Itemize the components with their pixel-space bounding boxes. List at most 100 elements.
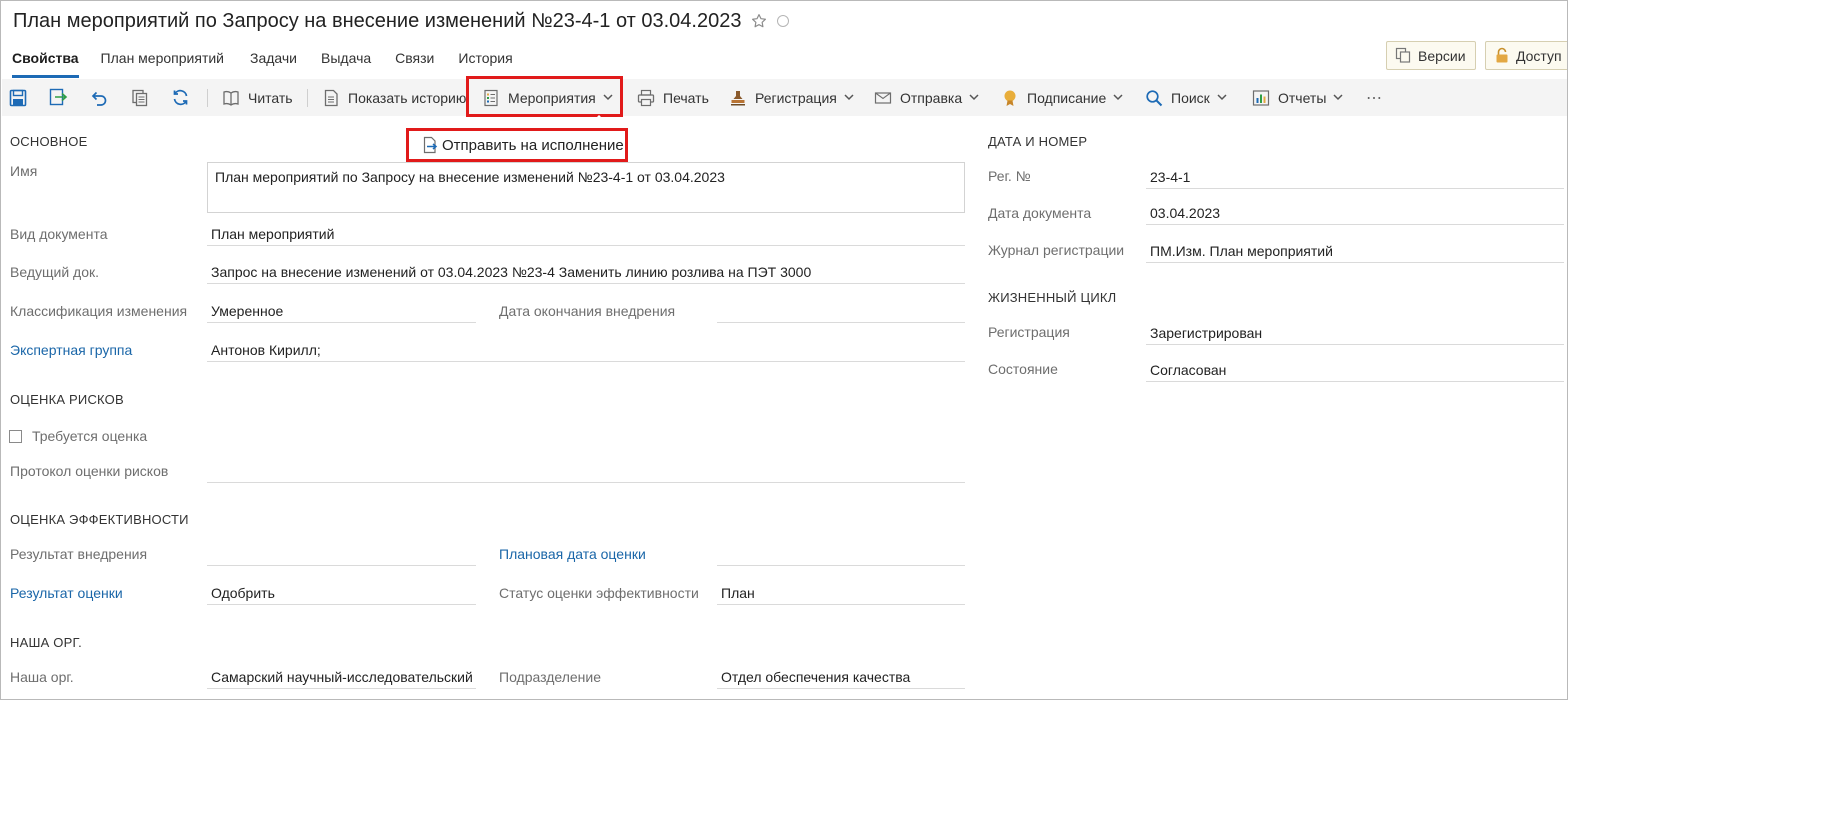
- tab-properties[interactable]: Свойства: [12, 45, 79, 78]
- versions-icon: [1395, 47, 1411, 63]
- expert-group-link[interactable]: Экспертная группа: [10, 342, 132, 358]
- read-button-label: Читать: [248, 89, 293, 106]
- save-icon: [9, 89, 27, 106]
- doc-kind-label: Вид документа: [10, 226, 108, 242]
- reports-menu-label: Отчеты: [1278, 89, 1327, 106]
- show-history-button[interactable]: Показать историю: [322, 79, 466, 116]
- signing-menu-label: Подписание: [1027, 89, 1107, 106]
- refresh-button[interactable]: [171, 79, 190, 116]
- chevron-down-icon: [1113, 94, 1123, 101]
- search-menu-label: Поиск: [1171, 89, 1210, 106]
- chevron-down-icon: [844, 94, 854, 101]
- registration-menu-label: Регистрация: [755, 89, 837, 106]
- read-button[interactable]: Читать: [222, 79, 293, 116]
- impl-result-field[interactable]: [207, 544, 476, 566]
- document-icon: [324, 89, 338, 106]
- search-icon: [1146, 89, 1163, 106]
- events-highlight-box: [466, 76, 623, 117]
- requires-assessment-label[interactable]: Требуется оценка: [32, 428, 147, 444]
- eval-result-field[interactable]: Одобрить: [207, 583, 476, 605]
- access-button[interactable]: Доступ: [1485, 41, 1567, 70]
- chevron-down-icon: [1333, 94, 1343, 101]
- envelope-icon: [874, 91, 892, 104]
- send-document-icon: [423, 136, 438, 154]
- reg-no-label: Рег. №: [988, 168, 1031, 184]
- access-button-label: Доступ: [1516, 47, 1562, 64]
- reg-journal-label: Журнал регистрации: [988, 242, 1125, 258]
- show-history-label: Показать историю: [348, 89, 467, 106]
- section-risk-heading: ОЦЕНКА РИСКОВ: [10, 392, 124, 407]
- send-to-execution-menu-item[interactable]: Отправить на исполнение: [406, 128, 628, 162]
- registration-label: Регистрация: [988, 324, 1070, 340]
- change-class-label: Классификация изменения: [10, 303, 188, 319]
- tab-bar: Свойства План мероприятий Задачи Выдача …: [1, 45, 525, 78]
- department-field[interactable]: Отдел обеспечения качества: [717, 667, 965, 689]
- section-our-org-heading: НАША ОРГ.: [10, 635, 82, 650]
- section-date-number-heading: ДАТА И НОМЕР: [988, 134, 1088, 149]
- expert-group-field[interactable]: Антонов Кирилл;: [207, 340, 965, 362]
- tab-tasks[interactable]: Задачи: [250, 45, 297, 78]
- section-lifecycle-heading: ЖИЗНЕННЫЙ ЦИКЛ: [988, 290, 1117, 305]
- planned-eval-date-field[interactable]: [717, 544, 965, 566]
- eval-status-field[interactable]: План: [717, 583, 965, 605]
- risk-protocol-label: Протокол оценки рисков: [10, 463, 169, 479]
- sending-menu-label: Отправка: [900, 89, 963, 106]
- save-button[interactable]: [9, 79, 27, 116]
- medal-icon: [1004, 90, 1016, 106]
- undo-icon: [91, 91, 107, 106]
- impl-end-date-label: Дата окончания внедрения: [499, 303, 676, 319]
- star-icon[interactable]: [750, 12, 768, 30]
- copy-icon: [132, 89, 148, 106]
- section-main-heading: ОСНОВНОЕ: [10, 134, 88, 149]
- our-org-field[interactable]: Самарский научный-исследовательский: [207, 667, 476, 689]
- requires-assessment-checkbox[interactable]: [9, 430, 22, 443]
- planned-eval-date-link[interactable]: Плановая дата оценки: [499, 546, 646, 562]
- toolbar-separator: [207, 89, 208, 107]
- sending-menu-button[interactable]: Отправка: [874, 79, 979, 116]
- bar-chart-icon: [1252, 89, 1270, 106]
- reg-no-field[interactable]: 23-4-1: [1146, 167, 1564, 189]
- leading-doc-field[interactable]: Запрос на внесение изменений от 03.04.20…: [207, 262, 965, 284]
- doc-date-field[interactable]: 03.04.2023: [1146, 203, 1564, 225]
- signing-menu-button[interactable]: Подписание: [1001, 79, 1123, 116]
- document-window: План мероприятий по Запросу на внесение …: [0, 0, 1568, 700]
- toolbar-separator: [307, 89, 308, 107]
- reports-menu-button[interactable]: Отчеты: [1252, 79, 1343, 116]
- more-icon: ⋯: [1366, 89, 1382, 107]
- book-icon: [223, 90, 239, 106]
- state-field[interactable]: Согласован: [1146, 360, 1564, 382]
- impl-end-date-field[interactable]: [717, 301, 965, 323]
- registration-field[interactable]: Зарегистрирован: [1146, 323, 1564, 345]
- leading-doc-label: Ведущий док.: [10, 264, 100, 280]
- reg-journal-field[interactable]: ПМ.Изм. План мероприятий: [1146, 241, 1564, 263]
- doc-date-label: Дата документа: [988, 205, 1092, 221]
- refresh-icon: [173, 89, 188, 106]
- eval-status-label: Статус оценки эффективности: [499, 585, 699, 601]
- undo-button[interactable]: [90, 79, 108, 116]
- versions-button[interactable]: Версии: [1386, 41, 1476, 70]
- dropdown-caret: [592, 115, 606, 122]
- state-label: Состояние: [988, 361, 1058, 377]
- copy-button[interactable]: [131, 79, 149, 116]
- doc-kind-field[interactable]: План мероприятий: [207, 224, 965, 246]
- tab-links[interactable]: Связи: [395, 45, 434, 78]
- more-button[interactable]: ⋯: [1366, 79, 1382, 116]
- tab-events-plan[interactable]: План мероприятий: [101, 45, 224, 78]
- impl-result-label: Результат внедрения: [10, 546, 148, 562]
- name-label: Имя: [10, 163, 38, 179]
- save-and-close-button[interactable]: [49, 79, 68, 116]
- print-button[interactable]: Печать: [637, 79, 709, 116]
- tab-issue[interactable]: Выдача: [321, 45, 371, 78]
- page-title: План мероприятий по Запросу на внесение …: [13, 9, 742, 32]
- department-label: Подразделение: [499, 669, 602, 685]
- change-class-field[interactable]: Умеренное: [207, 301, 476, 323]
- name-textarea[interactable]: План мероприятий по Запросу на внесение …: [207, 162, 965, 213]
- registration-menu-button[interactable]: Регистрация: [729, 79, 854, 116]
- tab-history[interactable]: История: [458, 45, 512, 78]
- send-to-execution-label: Отправить на исполнение: [442, 136, 624, 154]
- versions-button-label: Версии: [1418, 47, 1466, 64]
- risk-protocol-field[interactable]: [207, 461, 965, 483]
- status-circle-icon[interactable]: [777, 15, 790, 27]
- eval-result-link[interactable]: Результат оценки: [10, 585, 123, 601]
- search-menu-button[interactable]: Поиск: [1145, 79, 1227, 116]
